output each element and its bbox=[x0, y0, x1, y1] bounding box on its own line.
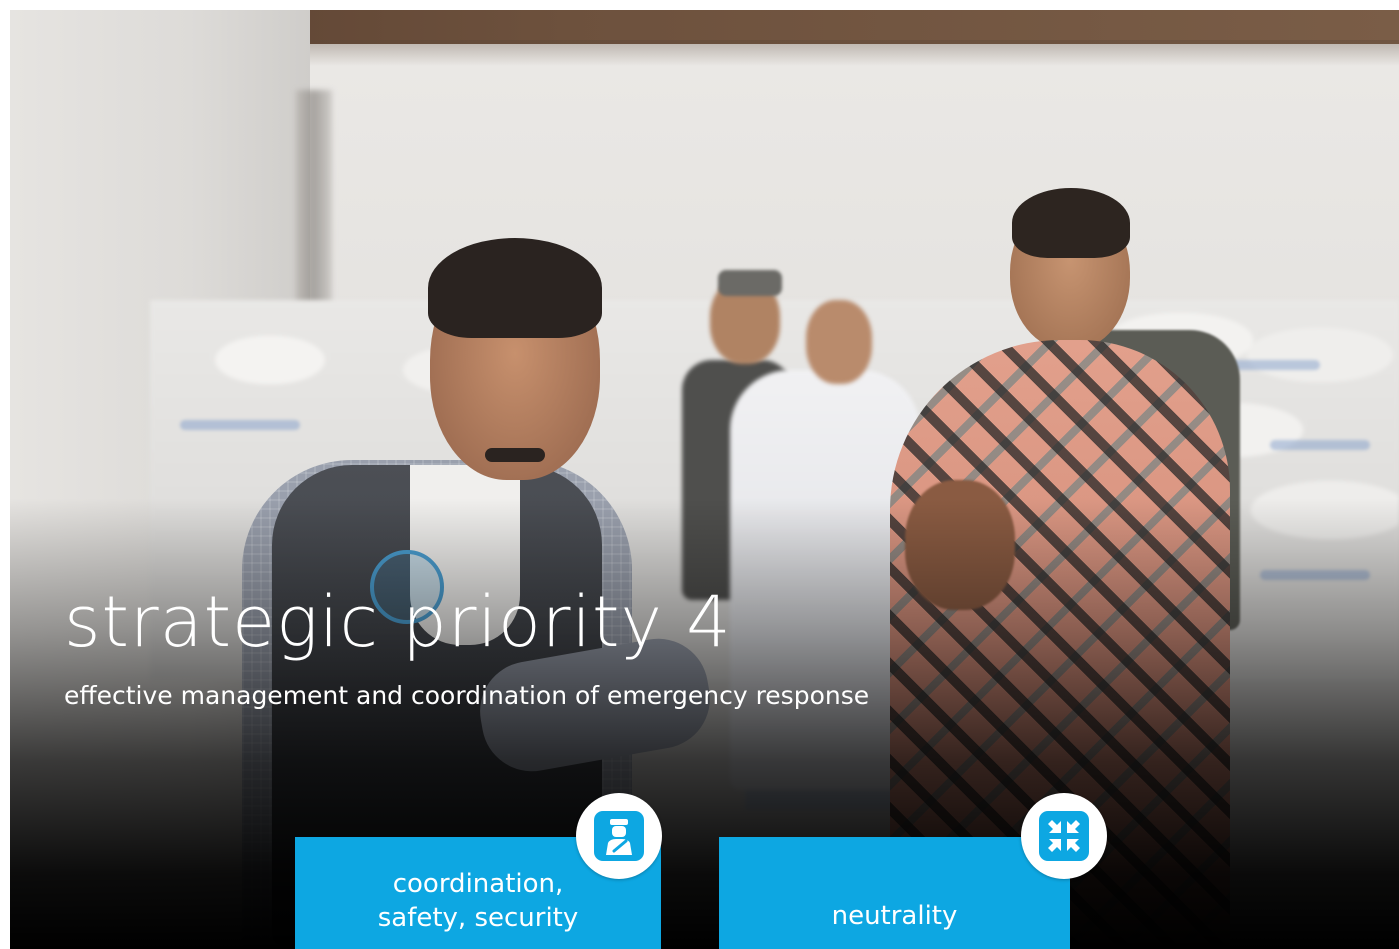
page-subtitle: effective management and coordination of… bbox=[64, 681, 870, 710]
badge-neutrality bbox=[1021, 793, 1107, 879]
tile-label-line: neutrality bbox=[831, 901, 958, 931]
bottom-gradient-overlay bbox=[10, 10, 1399, 949]
tile-label-line: safety, security bbox=[377, 903, 579, 933]
page-title: strategic priority 4 bbox=[64, 581, 732, 663]
security-guard-icon bbox=[594, 811, 644, 861]
hero-photo bbox=[10, 10, 1399, 949]
arrows-converge-icon bbox=[1039, 811, 1089, 861]
tile-neutrality: neutrality bbox=[719, 837, 1070, 949]
badge-coordination bbox=[576, 793, 662, 879]
page: strategic priority 4 effective managemen… bbox=[10, 10, 1399, 949]
